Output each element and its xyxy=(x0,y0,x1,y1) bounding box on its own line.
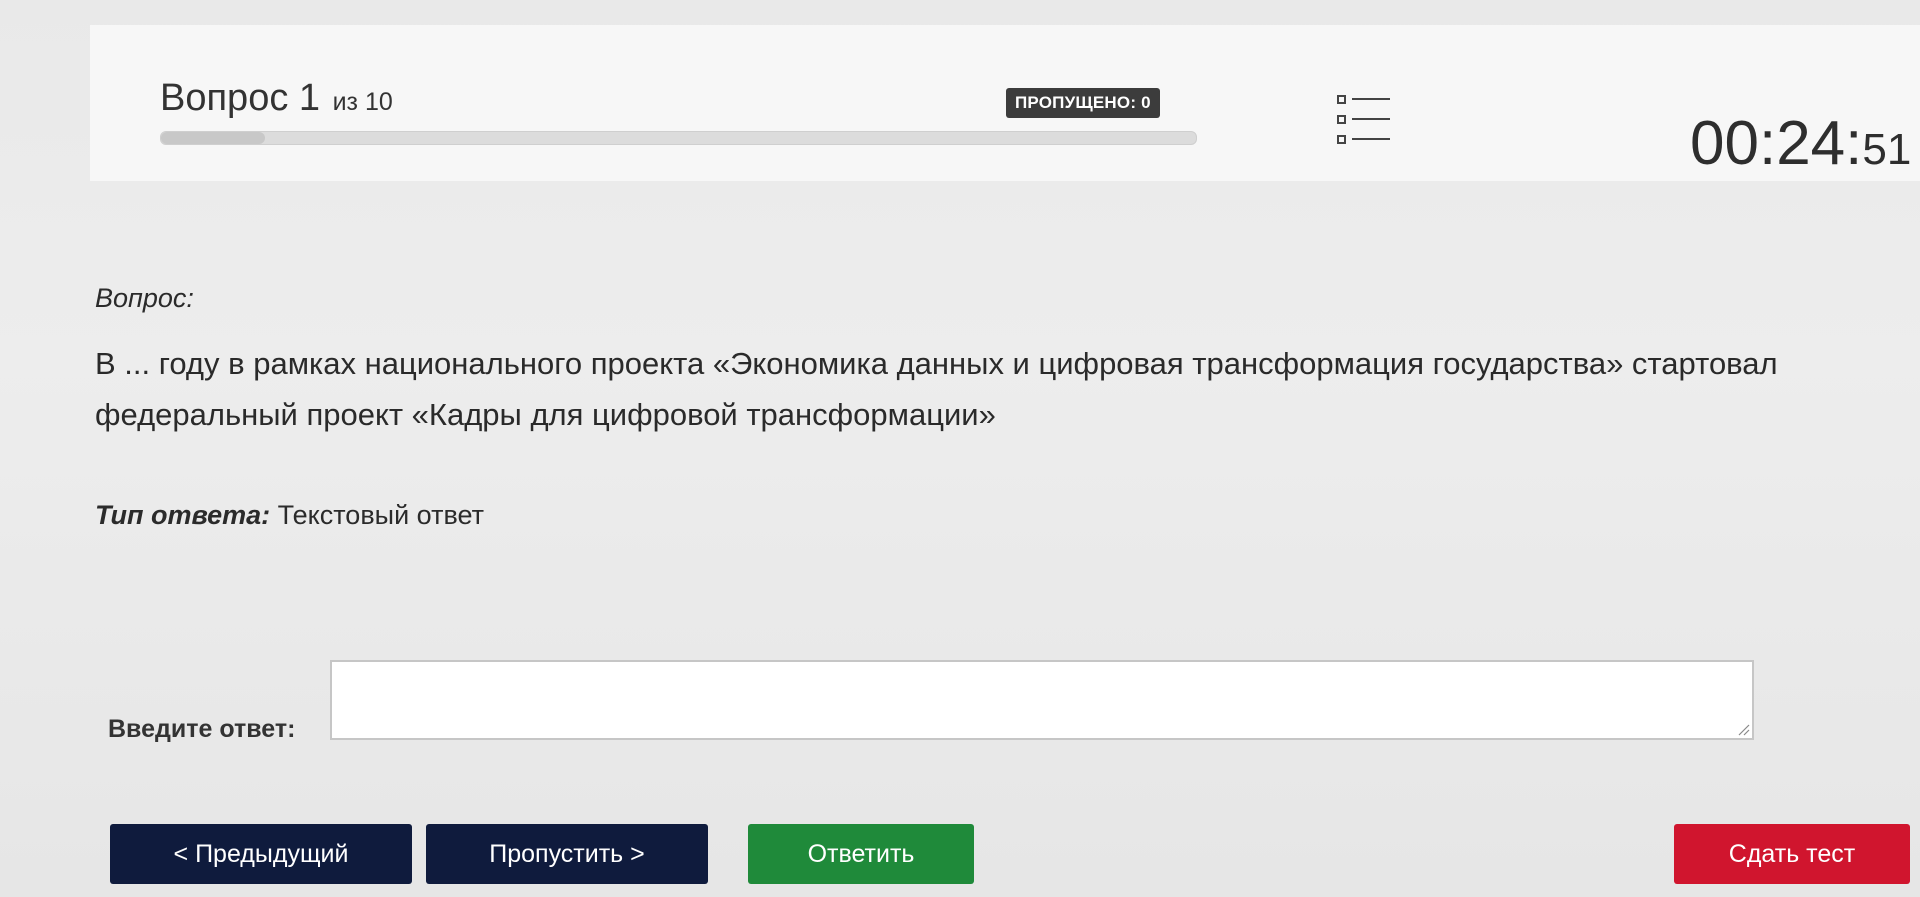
timer: 00:24:51 xyxy=(1690,108,1911,179)
answer-button[interactable]: Ответить xyxy=(748,824,974,884)
question-total: из 10 xyxy=(332,88,393,116)
question-text: В ... году в рамках национального проект… xyxy=(95,346,1778,432)
resize-grip-icon[interactable] xyxy=(1736,722,1750,736)
list-icon[interactable] xyxy=(1336,93,1392,147)
answer-type: Тип ответа: Текстовый ответ xyxy=(95,500,484,531)
question-counter: Вопрос 1 из 10 xyxy=(160,77,393,120)
progress-fill xyxy=(161,132,265,144)
answer-type-value: Текстовый ответ xyxy=(277,500,484,530)
test-page: Вопрос 1 из 10 ПРОПУЩЕНО: 0 00:24:51 Воп… xyxy=(0,0,1920,897)
question-number: Вопрос 1 xyxy=(160,77,321,119)
answer-label: Введите ответ: xyxy=(108,715,296,743)
submit-test-button[interactable]: Сдать тест xyxy=(1674,824,1910,884)
skip-button[interactable]: Пропустить > xyxy=(426,824,708,884)
test-header: Вопрос 1 из 10 ПРОПУЩЕНО: 0 00:24:51 xyxy=(90,25,1920,181)
question-label: Вопрос: xyxy=(95,283,194,313)
answer-type-label: Тип ответа: xyxy=(95,500,271,530)
progress-bar xyxy=(160,131,1197,145)
answer-input[interactable] xyxy=(330,660,1754,740)
timer-seconds: 51 xyxy=(1862,125,1912,174)
previous-button[interactable]: < Предыдущий xyxy=(110,824,412,884)
timer-hours-minutes: 00:24: xyxy=(1690,109,1863,178)
skipped-badge: ПРОПУЩЕНО: 0 xyxy=(1006,88,1160,118)
